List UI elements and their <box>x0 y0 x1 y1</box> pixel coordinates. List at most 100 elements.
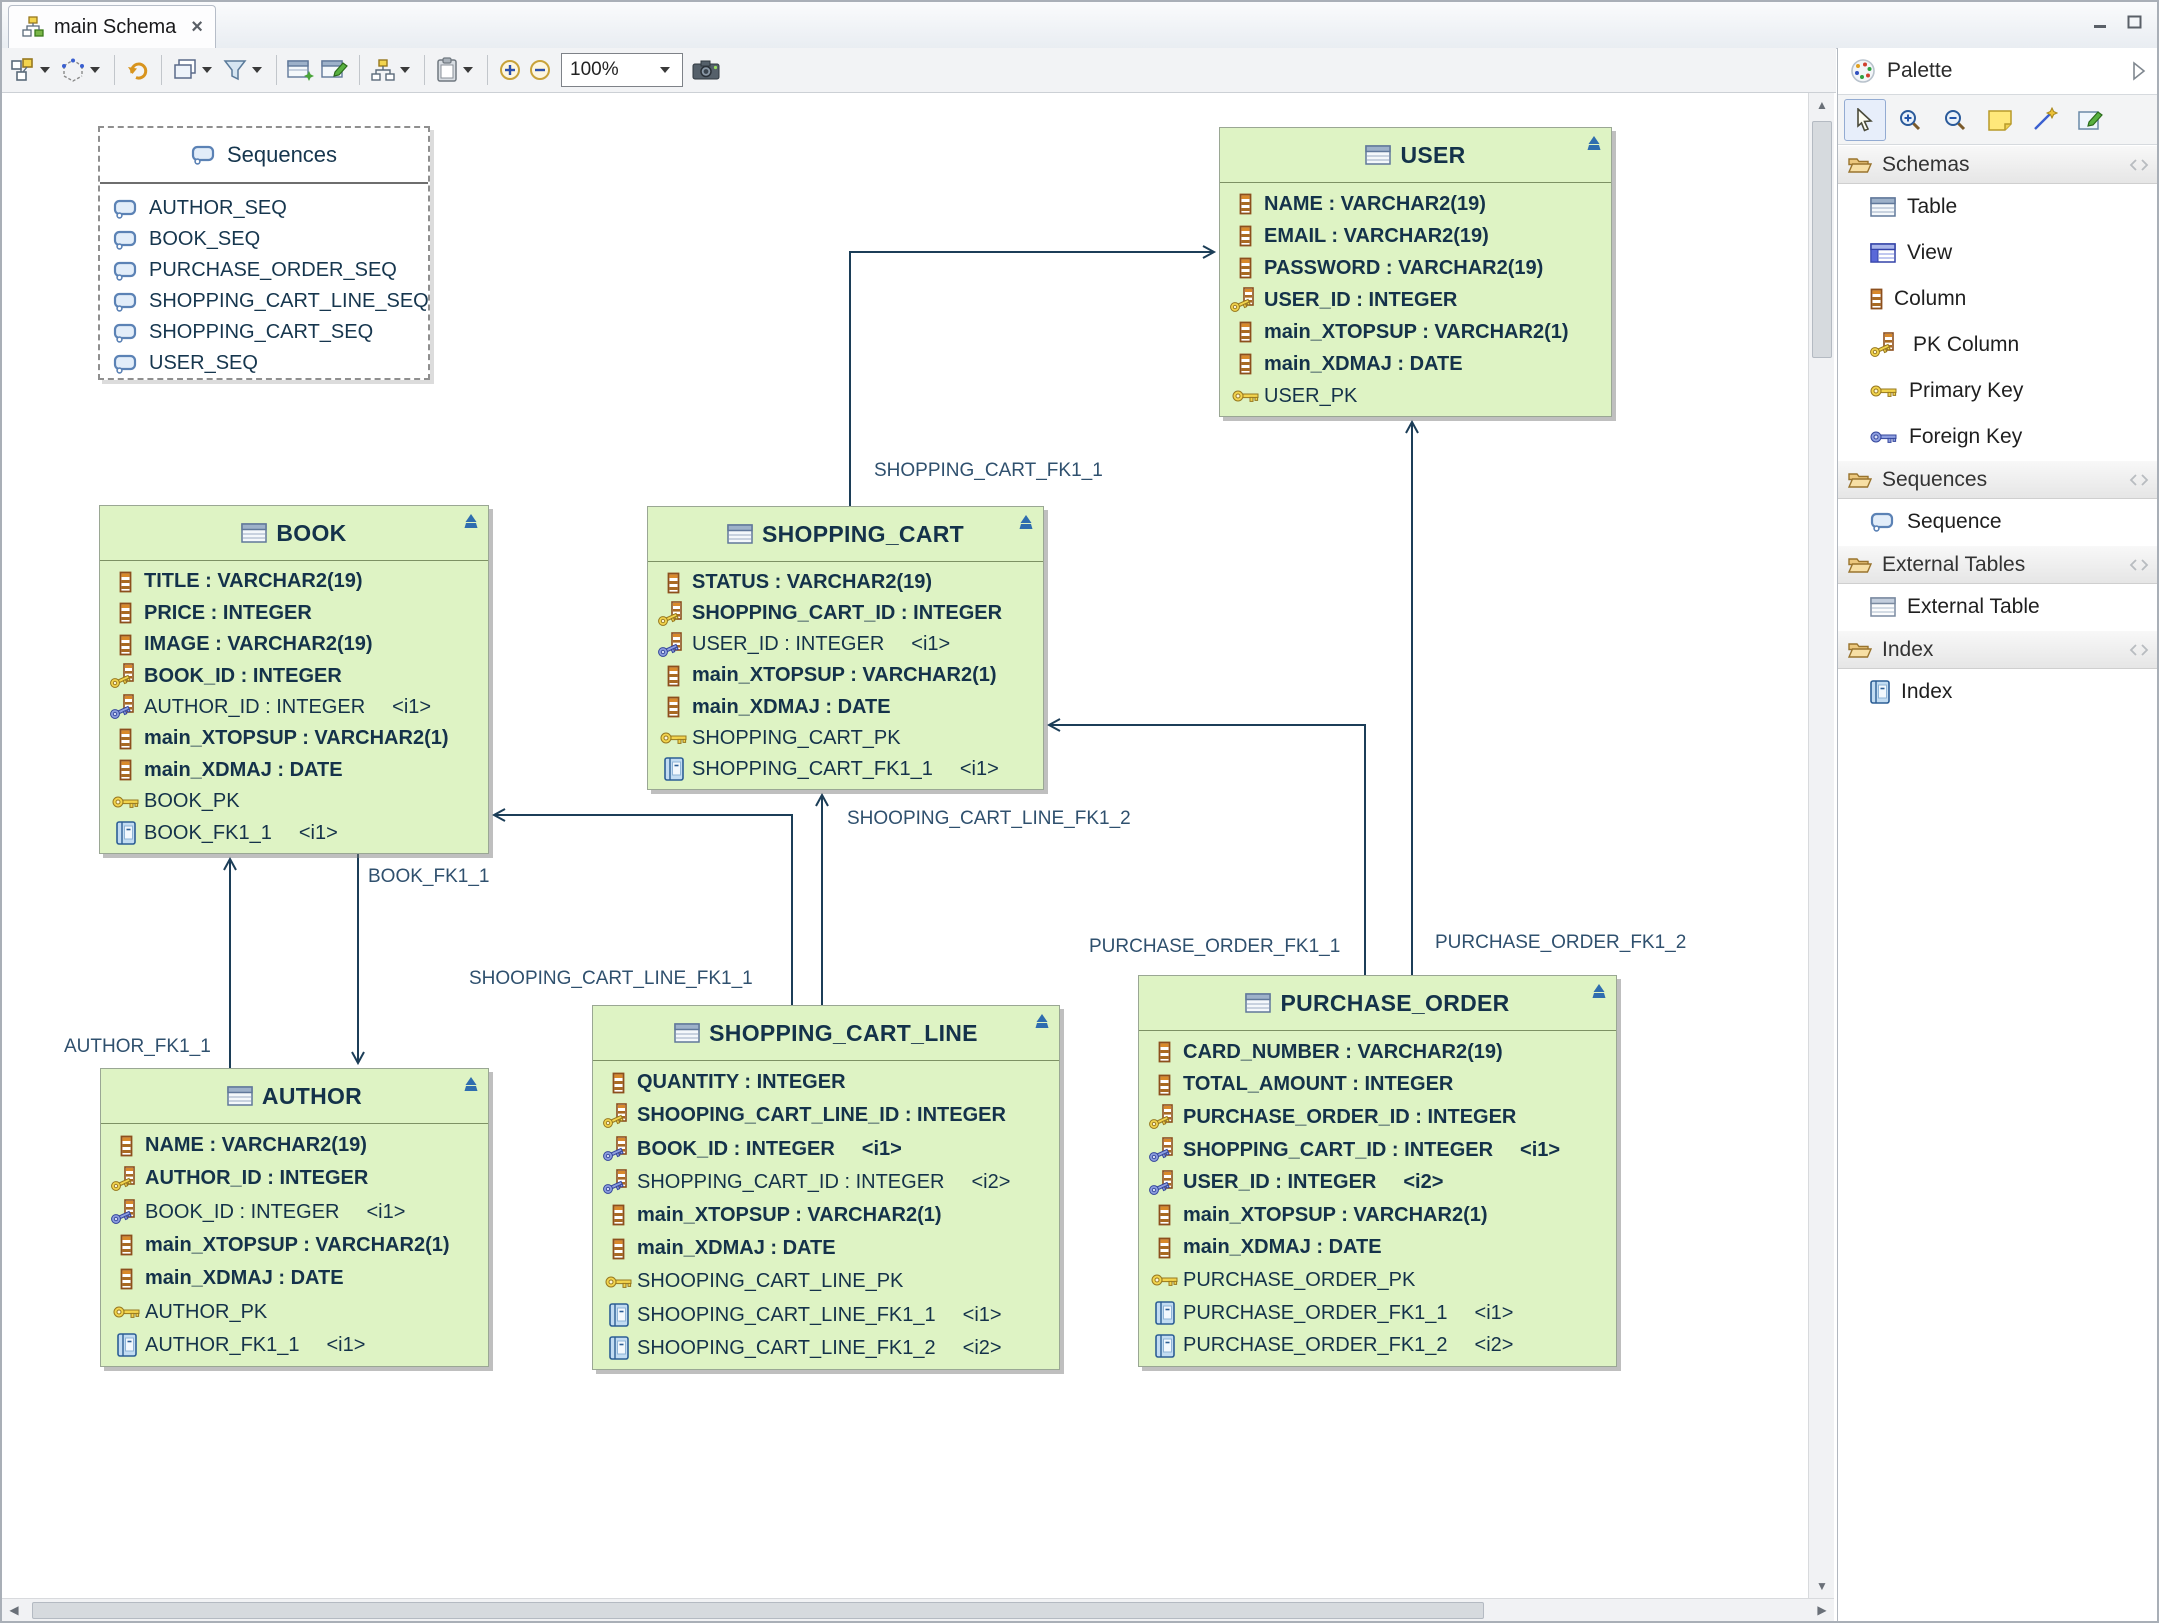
entity-row[interactable]: EMAIL : VARCHAR2(19) <box>1220 220 1611 252</box>
entity-row[interactable]: main_XTOPSUP : VARCHAR2(1) <box>648 660 1043 691</box>
scroll-down-icon[interactable]: ▼ <box>1809 1574 1835 1598</box>
toolbar-button-clipboard[interactable] <box>432 52 480 88</box>
scroll-left-icon[interactable]: ◀ <box>2 1599 26 1621</box>
dropdown-arrow-icon[interactable] <box>90 67 100 73</box>
palette-section-index[interactable]: Index <box>1838 630 2159 669</box>
palette-header[interactable]: Palette <box>1838 48 2159 95</box>
entity-row[interactable]: SHOOPING_CART_LINE_ID : INTEGER <box>593 1099 1059 1132</box>
entity-row[interactable]: main_XTOPSUP : VARCHAR2(1) <box>100 723 488 754</box>
entity-purchase_order[interactable]: PURCHASE_ORDER CARD_NUMBER : VARCHAR2(19)… <box>1138 975 1617 1367</box>
entity-row[interactable]: STATUS : VARCHAR2(19) <box>648 567 1043 598</box>
toolbar-button-select[interactable] <box>57 52 107 88</box>
connection-label[interactable]: PURCHASE_ORDER_FK1_1 <box>1089 936 1340 958</box>
pin-icon[interactable] <box>2128 159 2150 171</box>
entity-row[interactable]: main_XTOPSUP : VARCHAR2(1) <box>101 1229 488 1262</box>
entity-header[interactable]: SHOPPING_CART <box>648 507 1043 562</box>
entity-row[interactable]: AUTHOR_FK1_1<i1> <box>101 1329 488 1362</box>
entity-book[interactable]: BOOKTITLE : VARCHAR2(19)PRICE : INTEGERI… <box>99 505 489 854</box>
entity-row[interactable]: CARD_NUMBER : VARCHAR2(19) <box>1139 1036 1616 1069</box>
entity-row[interactable]: main_XDMAJ : DATE <box>1139 1232 1616 1265</box>
entity-row[interactable]: BOOK_ID : INTEGER <box>100 660 488 691</box>
palette-tool-connection-line[interactable] <box>2024 99 2066 141</box>
vertical-scrollbar[interactable]: ▲ ▼ <box>1808 93 1834 1598</box>
scroll-right-icon[interactable]: ▶ <box>1810 1599 1834 1621</box>
dropdown-arrow-icon[interactable] <box>40 67 50 73</box>
entity-header[interactable]: BOOK <box>100 506 488 561</box>
entity-row[interactable]: SHOOPING_CART_LINE_FK1_2<i2> <box>593 1332 1059 1365</box>
connection-label[interactable]: AUTHOR_FK1_1 <box>64 1036 211 1058</box>
entity-row[interactable]: BOOK_PK <box>100 786 488 817</box>
entity-row[interactable]: main_XDMAJ : DATE <box>648 692 1043 723</box>
entity-row[interactable]: AUTHOR_ID : INTEGER <box>101 1162 488 1195</box>
entity-author[interactable]: AUTHORNAME : VARCHAR2(19)AUTHOR_ID : INT… <box>100 1068 489 1367</box>
entity-row[interactable]: AUTHOR_ID : INTEGER<i1> <box>100 692 488 723</box>
entity-row[interactable]: NAME : VARCHAR2(19) <box>101 1129 488 1162</box>
toolbar-button-zoom-out-circle[interactable] <box>525 52 555 88</box>
palette-section-sequences[interactable]: Sequences <box>1838 460 2159 499</box>
sequences-box[interactable]: SequencesAUTHOR_SEQBOOK_SEQPURCHASE_ORDE… <box>98 126 430 380</box>
entity-row[interactable]: main_XDMAJ : DATE <box>1220 348 1611 380</box>
toolbar-button-zoom-in-circle[interactable] <box>495 52 525 88</box>
toolbar-button-hierarchy[interactable] <box>367 52 417 88</box>
palette-item-sequence[interactable]: Sequence <box>1838 499 2159 545</box>
entity-user[interactable]: USERNAME : VARCHAR2(19)EMAIL : VARCHAR2(… <box>1219 127 1612 417</box>
entity-row[interactable]: SHOOPING_CART_LINE_PK <box>593 1265 1059 1298</box>
palette-item-view[interactable]: View <box>1838 230 2159 276</box>
entity-header[interactable]: PURCHASE_ORDER <box>1139 976 1616 1031</box>
toolbar-button-table-new[interactable] <box>284 52 318 88</box>
sequence-item[interactable]: AUTHOR_SEQ <box>113 193 428 224</box>
entity-row[interactable]: PURCHASE_ORDER_FK1_2<i2> <box>1139 1329 1616 1362</box>
entity-row[interactable]: USER_PK <box>1220 380 1611 412</box>
sequence-item[interactable]: BOOK_SEQ <box>113 224 428 255</box>
horizontal-scroll-thumb[interactable] <box>32 1602 1484 1619</box>
connection-label[interactable]: SHOOPING_CART_LINE_FK1_2 <box>847 808 1131 830</box>
palette-section-external-tables[interactable]: External Tables <box>1838 545 2159 584</box>
connection-label[interactable]: BOOK_FK1_1 <box>368 866 489 888</box>
connection-label[interactable]: PURCHASE_ORDER_FK1_2 <box>1435 932 1686 954</box>
entity-row[interactable]: main_XDMAJ : DATE <box>593 1232 1059 1265</box>
tab-close-icon[interactable]: × <box>191 16 203 39</box>
sequence-item[interactable]: SHOPPING_CART_SEQ <box>113 317 428 348</box>
palette-item-primary-key[interactable]: Primary Key <box>1838 368 2159 414</box>
entity-row[interactable]: BOOK_FK1_1<i1> <box>100 818 488 849</box>
palette-tool-zoom-out[interactable] <box>1934 99 1976 141</box>
scroll-up-icon[interactable]: ▲ <box>1809 93 1835 117</box>
palette-tool-note[interactable] <box>1979 99 2021 141</box>
entity-shopping_cart_line[interactable]: SHOPPING_CART_LINEQUANTITY : INTEGERSHOO… <box>592 1005 1060 1370</box>
entity-row[interactable]: main_XDMAJ : DATE <box>101 1262 488 1295</box>
entity-row[interactable]: AUTHOR_PK <box>101 1295 488 1328</box>
entity-row[interactable]: SHOOPING_CART_LINE_FK1_1<i1> <box>593 1299 1059 1332</box>
toolbar-button-filter[interactable] <box>219 52 269 88</box>
entity-row[interactable]: USER_ID : INTEGER<i2> <box>1139 1166 1616 1199</box>
sequence-item[interactable]: SHOPPING_CART_LINE_SEQ <box>113 286 428 317</box>
entity-row[interactable]: SHOPPING_CART_ID : INTEGER <box>648 598 1043 629</box>
entity-row[interactable]: PURCHASE_ORDER_FK1_1<i1> <box>1139 1297 1616 1330</box>
palette-item-external-table[interactable]: External Table <box>1838 584 2159 630</box>
connection-label[interactable]: SHOOPING_CART_LINE_FK1_1 <box>469 968 753 990</box>
sequence-item[interactable]: PURCHASE_ORDER_SEQ <box>113 255 428 286</box>
dropdown-arrow-icon[interactable] <box>400 67 410 73</box>
palette-tool-zoom-in[interactable] <box>1889 99 1931 141</box>
palette-item-pk-column[interactable]: PK Column <box>1838 322 2159 368</box>
sequence-item[interactable]: USER_SEQ <box>113 348 428 379</box>
entity-row[interactable]: SHOPPING_CART_ID : INTEGER<i2> <box>593 1166 1059 1199</box>
palette-section-schemas[interactable]: Schemas <box>1838 145 2159 184</box>
entity-row[interactable]: main_XTOPSUP : VARCHAR2(1) <box>1220 316 1611 348</box>
entity-row[interactable]: PURCHASE_ORDER_PK <box>1139 1264 1616 1297</box>
entity-header[interactable]: SHOPPING_CART_LINE <box>593 1006 1059 1061</box>
entity-row[interactable]: TITLE : VARCHAR2(19) <box>100 566 488 597</box>
vertical-scroll-thumb[interactable] <box>1812 121 1832 358</box>
toolbar-button-camera[interactable] <box>689 52 723 88</box>
entity-row[interactable]: USER_ID : INTEGER<i1> <box>648 629 1043 660</box>
toolbar-button-layout[interactable] <box>7 52 57 88</box>
entity-row[interactable]: QUANTITY : INTEGER <box>593 1066 1059 1099</box>
entity-row[interactable]: NAME : VARCHAR2(19) <box>1220 188 1611 220</box>
horizontal-scrollbar[interactable]: ◀ ▶ <box>2 1598 1834 1621</box>
dropdown-arrow-icon[interactable] <box>463 67 473 73</box>
palette-item-index[interactable]: Index <box>1838 669 2159 715</box>
toolbar-button-refresh[interactable] <box>122 52 154 88</box>
palette-item-foreign-key[interactable]: Foreign Key <box>1838 414 2159 460</box>
minimize-icon[interactable] <box>2091 12 2111 32</box>
maximize-icon[interactable] <box>2125 12 2145 32</box>
palette-item-column[interactable]: Column <box>1838 276 2159 322</box>
